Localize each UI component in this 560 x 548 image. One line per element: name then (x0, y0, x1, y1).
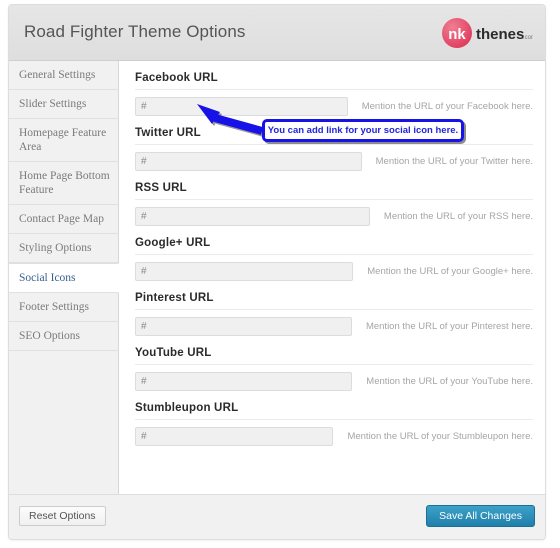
twitter-url-input[interactable] (135, 152, 362, 171)
facebook-url-input[interactable] (135, 97, 348, 116)
sidebar-item-home-page-bottom-feature[interactable]: Home Page Bottom Feature (9, 162, 118, 205)
inkthemes-logo: nk thenes .com (438, 14, 536, 52)
sidebar-item-slider-settings[interactable]: Slider Settings (9, 90, 118, 119)
field-group-youtube-url: YouTube URL Mention the URL of your YouT… (135, 336, 533, 391)
field-hint: Mention the URL of your Pinterest here. (365, 321, 533, 332)
sidebar-item-label: Slider Settings (19, 98, 87, 110)
field-group-facebook-url: Facebook URL Mention the URL of your Fac… (135, 61, 533, 116)
page-title: Road Fighter Theme Options (24, 22, 246, 41)
sidebar-item-social-icons[interactable]: Social Icons (9, 263, 119, 293)
sidebar-item-label: Contact Page Map (19, 213, 104, 225)
field-hint: Mention the URL of your Facebook here. (361, 101, 533, 112)
sidebar-item-label: Home Page Bottom Feature (19, 170, 110, 196)
field-row: Mention the URL of your Facebook here. (135, 90, 533, 116)
field-row: Mention the URL of your Stumbleupon here… (135, 420, 533, 446)
field-row: Mention the URL of your RSS here. (135, 200, 533, 226)
svg-text:nk: nk (448, 26, 466, 43)
sidebar-item-homepage-feature-area[interactable]: Homepage Feature Area (9, 119, 118, 162)
social-icons-form: Facebook URL Mention the URL of your Fac… (119, 61, 545, 495)
svg-text:.com: .com (523, 35, 533, 41)
field-label: Pinterest URL (135, 292, 533, 310)
sidebar-item-general-settings[interactable]: General Settings (9, 61, 118, 90)
field-label: Twitter URL (135, 127, 533, 145)
field-label: Google+ URL (135, 237, 533, 255)
field-group-rss-url: RSS URL Mention the URL of your RSS here… (135, 171, 533, 226)
google-plus-url-input[interactable] (135, 262, 354, 281)
sidebar-item-footer-settings[interactable]: Footer Settings (9, 293, 118, 322)
reset-options-button[interactable]: Reset Options (19, 506, 106, 526)
field-hint: Mention the URL of your Twitter here. (375, 156, 533, 167)
sidebar-item-seo-options[interactable]: SEO Options (9, 322, 118, 351)
field-group-google-plus-url: Google+ URL Mention the URL of your Goog… (135, 226, 533, 281)
sidebar-item-label: Styling Options (19, 242, 92, 254)
pinterest-url-input[interactable] (135, 317, 352, 336)
sidebar-item-contact-page-map[interactable]: Contact Page Map (9, 205, 118, 234)
sidebar-item-label: Footer Settings (19, 301, 89, 313)
sidebar-item-label: Homepage Feature Area (19, 127, 107, 153)
field-label: YouTube URL (135, 347, 533, 365)
sidebar-item-label: SEO Options (19, 330, 81, 342)
page-header: Road Fighter Theme Options nk thenes .co… (9, 5, 545, 61)
field-row: Mention the URL of your Google+ here. (135, 255, 533, 281)
sidebar-nav: General Settings Slider Settings Homepag… (9, 61, 119, 495)
field-row: Mention the URL of your YouTube here. (135, 365, 533, 391)
field-row: Mention the URL of your Twitter here. (135, 145, 533, 171)
panel-body: General Settings Slider Settings Homepag… (9, 61, 545, 495)
field-hint: Mention the URL of your RSS here. (383, 211, 533, 222)
field-hint: Mention the URL of your Stumbleupon here… (347, 431, 533, 442)
theme-options-screen: Road Fighter Theme Options nk thenes .co… (0, 0, 560, 548)
field-group-pinterest-url: Pinterest URL Mention the URL of your Pi… (135, 281, 533, 336)
field-hint: Mention the URL of your YouTube here. (366, 376, 533, 387)
field-group-twitter-url: Twitter URL Mention the URL of your Twit… (135, 116, 533, 171)
options-panel: Road Fighter Theme Options nk thenes .co… (8, 4, 546, 540)
save-all-changes-button[interactable]: Save All Changes (426, 505, 535, 527)
field-row: Mention the URL of your Pinterest here. (135, 310, 533, 336)
form-footer: Reset Options Save All Changes (9, 494, 545, 539)
rss-url-input[interactable] (135, 207, 370, 226)
sidebar-item-label: Social Icons (19, 272, 76, 284)
svg-text:thenes: thenes (476, 26, 524, 43)
field-label: RSS URL (135, 182, 533, 200)
sidebar-item-label: General Settings (19, 69, 96, 81)
field-label: Facebook URL (135, 72, 533, 90)
field-group-stumbleupon-url: Stumbleupon URL Mention the URL of your … (135, 391, 533, 446)
field-hint: Mention the URL of your Google+ here. (367, 266, 533, 277)
youtube-url-input[interactable] (135, 372, 353, 391)
field-label: Stumbleupon URL (135, 402, 533, 420)
sidebar-item-styling-options[interactable]: Styling Options (9, 234, 118, 263)
stumbleupon-url-input[interactable] (135, 427, 334, 446)
